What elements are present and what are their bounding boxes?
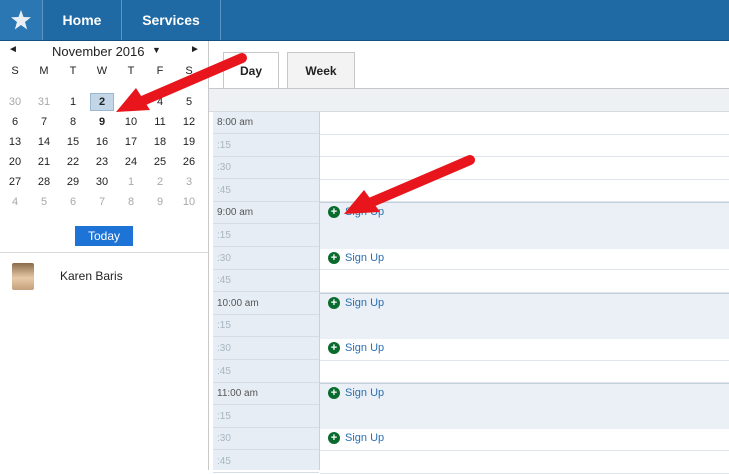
schedule-row-divider [320,472,729,474]
today-button[interactable]: Today [75,226,133,246]
calendar-day[interactable]: 20 [3,153,27,171]
weekday-label: M [39,65,49,77]
time-slot-label: :45 [213,361,319,383]
signup-button[interactable]: + Sign Up [328,251,385,264]
calendar-day[interactable]: 31 [32,93,56,111]
time-slot-label: 10:00 am [213,293,319,315]
calendar-day[interactable]: 1 [119,173,143,191]
time-slot-label: :45 [213,180,319,202]
calendar-day[interactable]: 26 [177,153,201,171]
time-slot-label: :30 [213,338,319,360]
signup-button[interactable]: + Sign Up [328,342,384,354]
weekday-label: S [11,65,19,77]
calendar-day[interactable]: 16 [90,133,114,151]
calendar-day[interactable]: 7 [32,113,56,131]
calendar-day[interactable]: 6 [3,113,27,131]
calendar-day[interactable]: 19 [177,133,201,151]
calendar-day[interactable]: 30 [90,173,114,191]
time-slot-label: :30 [213,428,319,451]
calendar-day[interactable]: 9 [148,193,172,211]
calendar-day[interactable]: 14 [32,133,56,151]
sidebar-divider [0,252,208,253]
signup-label: Sign Up [345,342,385,354]
top-nav-bar: Home Services [0,0,729,41]
calendar-day[interactable]: 27 [3,173,27,191]
calendar-day[interactable]: 25 [148,153,172,171]
calendar-day[interactable]: 10 [177,193,201,211]
annotation-arrow-icon [116,53,247,112]
calendar-day[interactable]: 7 [90,193,114,211]
time-slot-label: :15 [213,315,319,338]
calendar-day[interactable]: 2 [148,173,172,191]
calendar-day[interactable]: 18 [148,133,172,151]
calendar-day[interactable]: 21 [32,153,56,171]
calendar-day[interactable]: 3 [177,173,201,191]
plus-circle-icon: + [328,342,340,354]
time-slot-label: :30 [213,157,319,180]
schedule-row-divider [320,269,729,271]
time-slot-label: :45 [213,270,319,293]
schedule-row-divider [320,359,729,361]
calendar-day[interactable]: 6 [61,193,85,211]
weekday-label: T [69,65,77,77]
calendar-day[interactable]: 22 [61,153,85,171]
staff-name[interactable]: Karen Baris [60,269,123,283]
plus-circle-icon: + [328,251,340,264]
nav-home[interactable]: Home [43,0,121,40]
schedule-row-divider [320,450,729,451]
plus-circle-icon: + [328,387,340,400]
star-logo-icon[interactable] [0,0,42,40]
time-slot-label: :15 [213,135,319,157]
prev-month-icon[interactable]: ◄ [8,44,18,55]
annotation-arrow-icon [344,155,475,214]
time-slot-label: :15 [213,406,319,428]
signup-label: Sign Up [345,432,385,445]
time-slot-label: 9:00 am [213,202,319,225]
calendar-day[interactable]: 8 [119,193,143,211]
schedule-row-divider [320,133,729,135]
signup-label: Sign Up [345,296,385,309]
calendar-day[interactable]: 24 [119,153,143,171]
signup-button[interactable]: + Sign Up [328,432,385,445]
time-slot-label: :15 [213,225,319,247]
nav-services[interactable]: Services [122,0,220,40]
calendar-day[interactable]: 30 [3,93,27,111]
calendar-day[interactable]: 5 [32,193,56,211]
signup-label: Sign Up [345,251,385,264]
time-slot-label: :30 [213,248,319,270]
calendar-day[interactable]: 17 [119,133,143,151]
signup-button[interactable]: + Sign Up [328,387,385,400]
plus-circle-icon: + [328,432,340,445]
signup-button[interactable]: + Sign Up [328,296,385,309]
calendar-day[interactable]: 1 [61,93,85,111]
calendar-day[interactable]: 13 [3,133,27,151]
avatar[interactable] [12,263,34,290]
calendar-day[interactable]: 4 [3,193,27,211]
signup-label: Sign Up [345,387,385,400]
calendar-day[interactable]: 29 [61,173,85,191]
calendar-day[interactable]: 23 [90,153,114,171]
calendar-day[interactable]: 8 [61,113,85,131]
schedule-header-row [209,89,729,112]
plus-circle-icon: + [328,296,340,309]
time-slot-label: 11:00 am [213,383,319,406]
calendar-day[interactable]: 28 [32,173,56,191]
calendar-day[interactable]: 15 [61,133,85,151]
nav-separator [220,0,221,40]
tab-week[interactable]: Week [287,52,355,89]
